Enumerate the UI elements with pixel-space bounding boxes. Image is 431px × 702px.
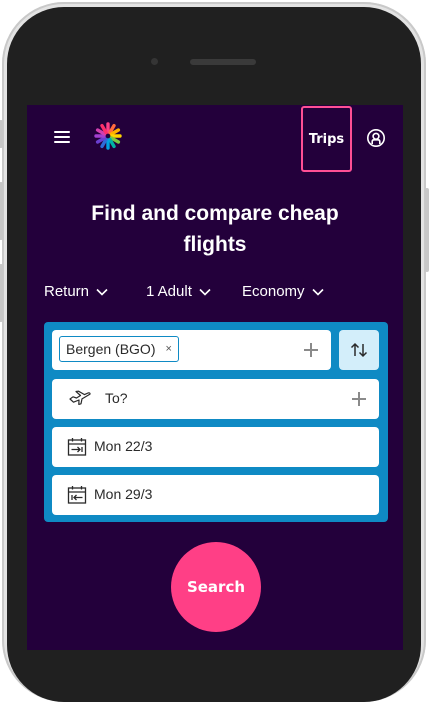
- add-destination-icon[interactable]: [352, 392, 366, 406]
- return-date-value: Mon 29/3: [94, 486, 153, 502]
- plane-icon: [69, 390, 91, 405]
- cabin-class-dropdown[interactable]: Economy: [242, 283, 324, 300]
- hamburger-icon[interactable]: [54, 131, 70, 143]
- front-camera: [151, 58, 158, 65]
- travelers-label: 1 Adult: [146, 283, 192, 300]
- page-title-line-1: Find and compare cheap: [91, 202, 339, 225]
- cabin-class-label: Economy: [242, 283, 305, 300]
- destination-field[interactable]: To?: [52, 379, 379, 419]
- add-origin-icon[interactable]: [304, 343, 318, 357]
- swap-icon: [350, 342, 368, 358]
- page-title-line-2: flights: [183, 233, 247, 256]
- search-filters: Return 1 Adult Economy: [44, 283, 393, 305]
- trip-type-label: Return: [44, 283, 90, 300]
- chevron-down-icon: [311, 288, 324, 296]
- chevron-down-icon: [96, 288, 108, 296]
- search-button-label: Search: [186, 578, 246, 596]
- destination-placeholder: To?: [105, 390, 128, 406]
- calendar-depart-icon: [67, 438, 87, 456]
- trips-label: Trips: [308, 131, 345, 147]
- account-icon[interactable]: [366, 128, 386, 148]
- earpiece-speaker: [190, 59, 256, 65]
- power-button: [425, 188, 429, 272]
- trips-button[interactable]: Trips: [301, 106, 352, 172]
- travelers-dropdown[interactable]: 1 Adult: [146, 283, 211, 300]
- return-date-field[interactable]: Mon 29/3: [52, 475, 379, 515]
- volume-up-button: [0, 182, 3, 240]
- volume-down-button: [0, 264, 3, 322]
- mute-switch: [0, 120, 3, 148]
- trip-type-dropdown[interactable]: Return: [44, 283, 108, 300]
- remove-origin-icon[interactable]: ×: [165, 343, 171, 355]
- app-screen: Trips Find and compare cheap flights Ret…: [27, 105, 403, 650]
- flight-search-form: Bergen (BGO) × To? Mon 22/3 Mon 29/3: [44, 322, 388, 522]
- chevron-down-icon: [199, 288, 211, 296]
- origin-chip: Bergen (BGO) ×: [59, 336, 179, 362]
- depart-date-field[interactable]: Mon 22/3: [52, 427, 379, 467]
- brand-logo[interactable]: [94, 122, 122, 150]
- swap-locations-button[interactable]: [339, 330, 379, 370]
- origin-field[interactable]: Bergen (BGO) ×: [52, 330, 331, 370]
- calendar-return-icon: [67, 486, 87, 504]
- page-title: Find and compare cheap flights: [37, 198, 393, 260]
- search-button[interactable]: Search: [171, 542, 261, 632]
- depart-date-value: Mon 22/3: [94, 438, 153, 454]
- origin-chip-label: Bergen (BGO): [66, 341, 156, 357]
